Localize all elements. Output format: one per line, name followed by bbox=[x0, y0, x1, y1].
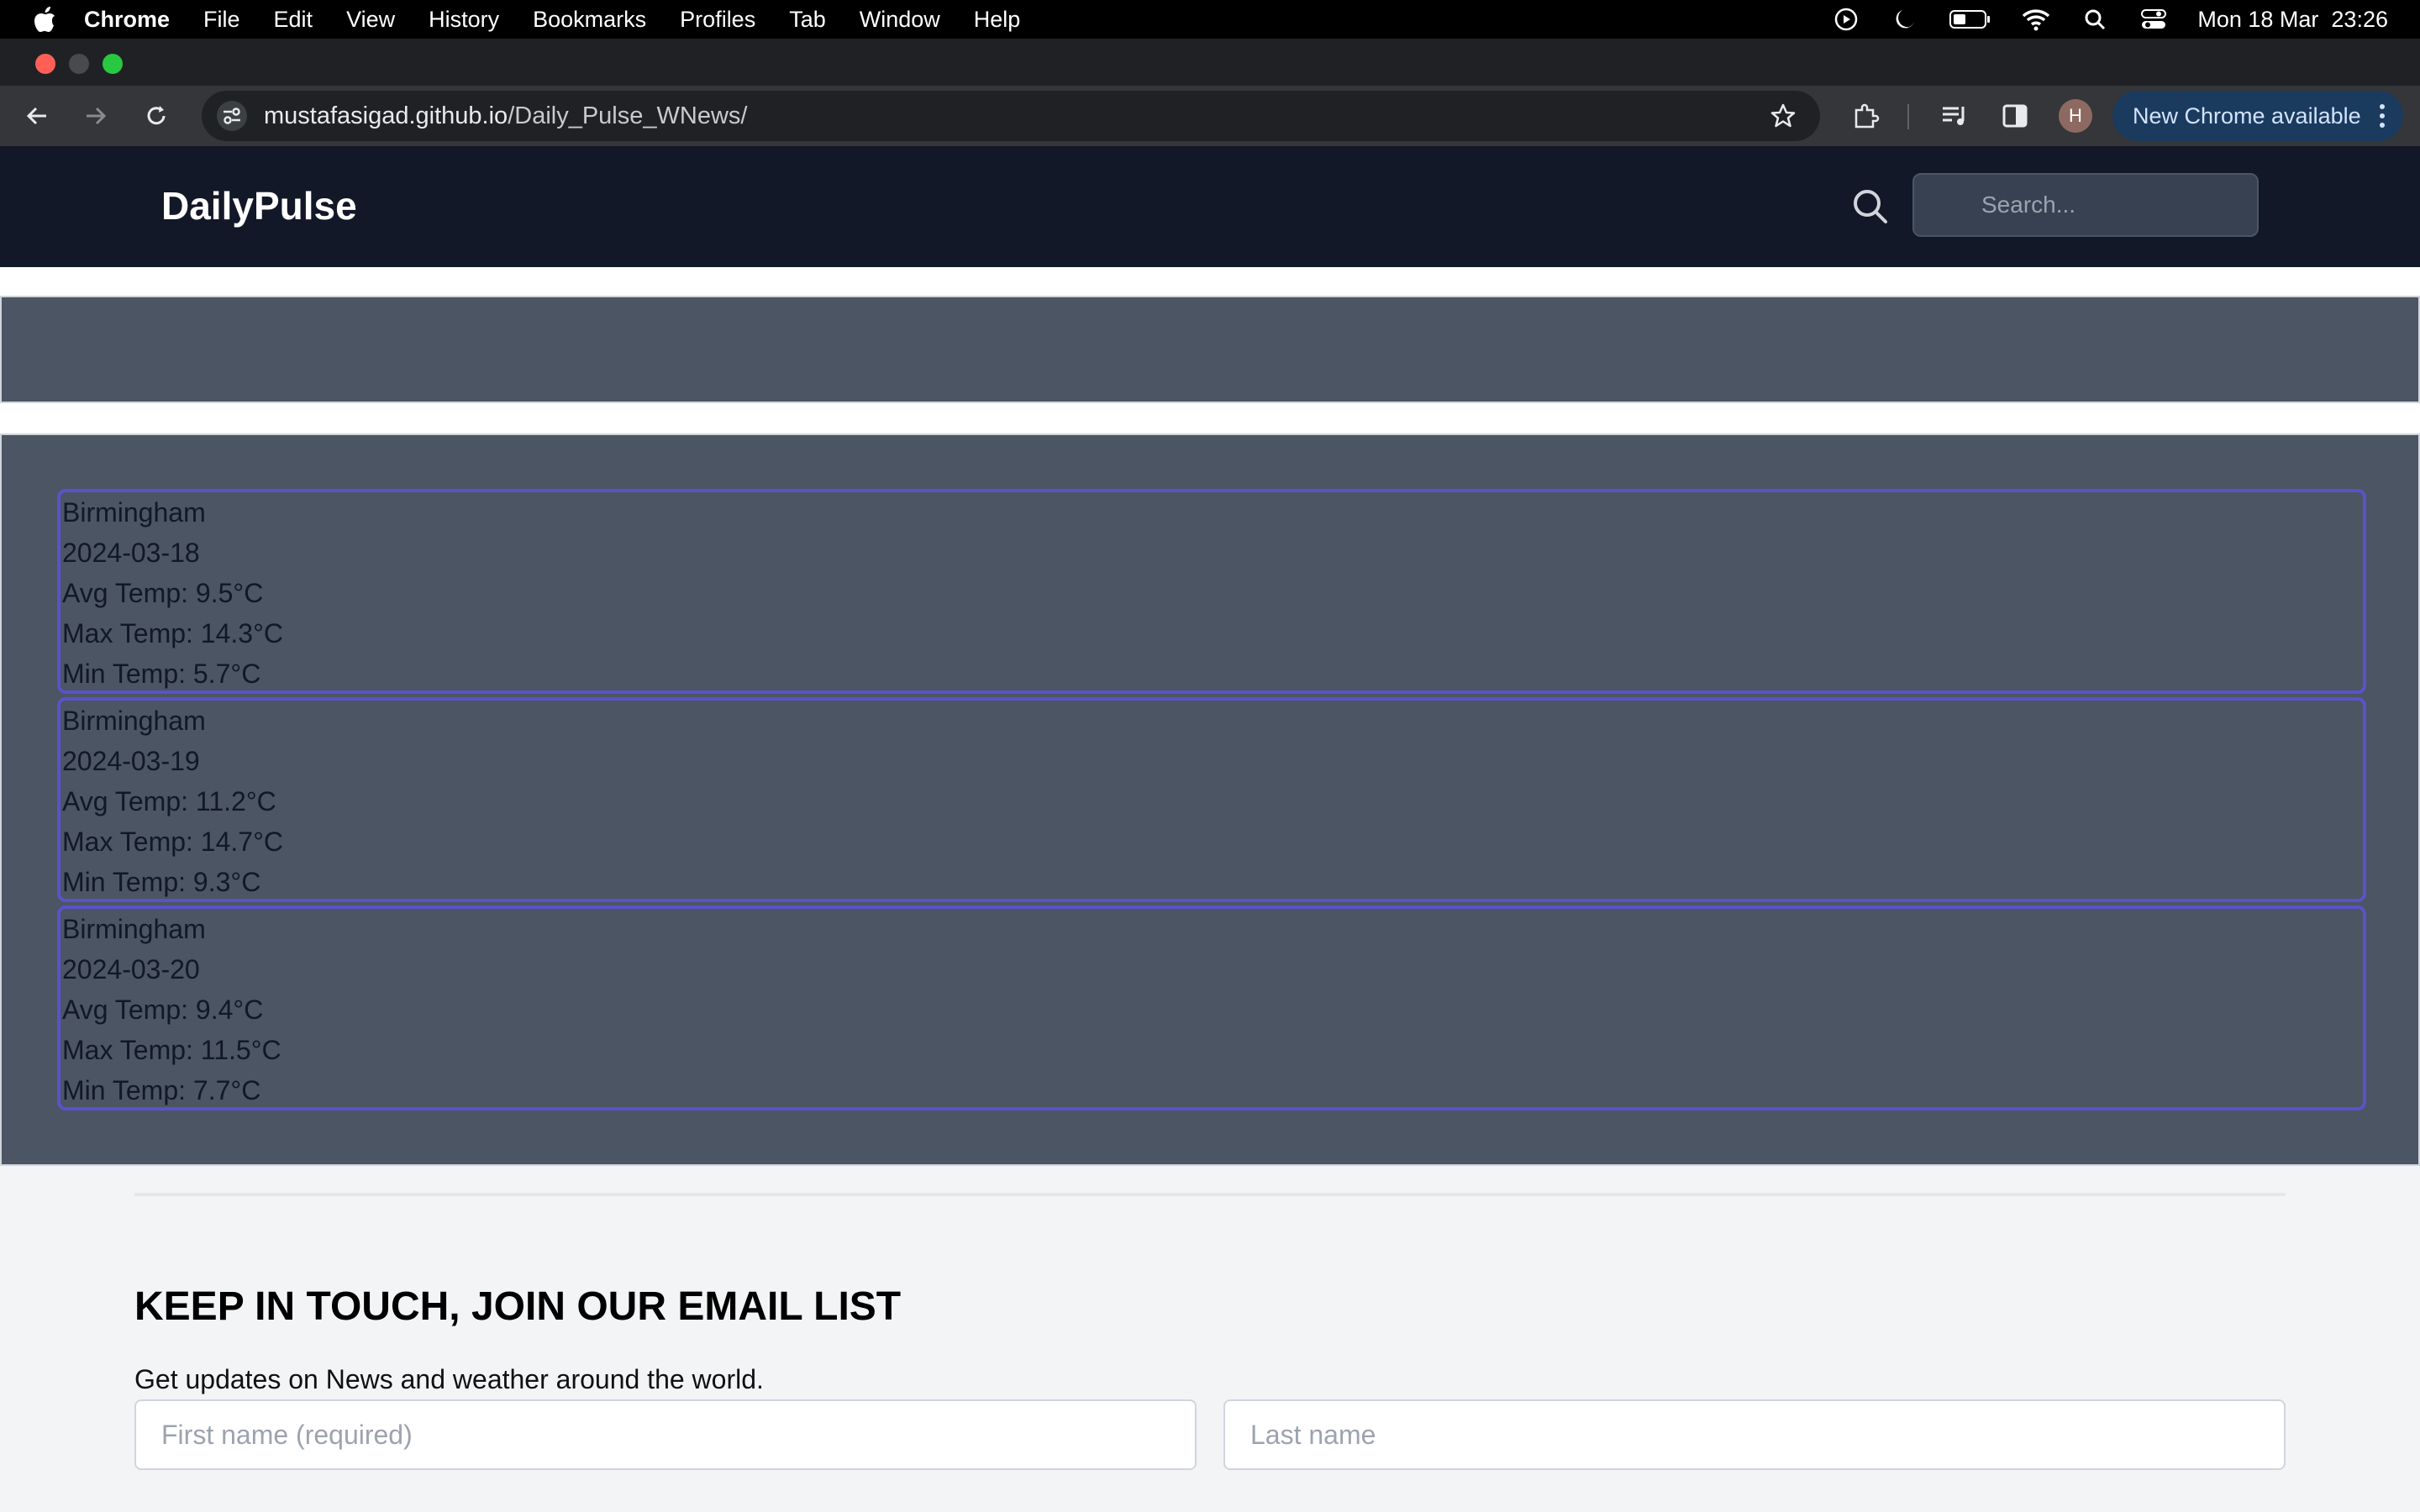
spotlight-search-icon[interactable] bbox=[2080, 4, 2110, 34]
site-info-icon[interactable] bbox=[217, 101, 247, 131]
forecast-city: Birmingham bbox=[62, 497, 206, 528]
site-header: DailyPulse bbox=[0, 146, 2420, 267]
url-text[interactable]: mustafasigad.github.io/Daily_Pulse_WNews… bbox=[264, 102, 747, 130]
forecast-date: 2024-03-19 bbox=[62, 746, 200, 776]
back-arrow-icon[interactable] bbox=[20, 99, 54, 133]
section-divider bbox=[134, 1193, 2286, 1196]
newsletter-subtitle: Get updates on News and weather around t… bbox=[134, 1364, 764, 1394]
bookmark-star-icon[interactable] bbox=[1770, 102, 1797, 134]
search-input[interactable] bbox=[1912, 173, 2259, 237]
zoom-window-button[interactable] bbox=[103, 54, 123, 74]
forecast-card: Birmingham 2024-03-18 Avg Temp: 9.5°C Ma… bbox=[57, 489, 2366, 694]
forecast-min-temp: Min Temp: 9.3°C bbox=[62, 867, 261, 897]
wifi-icon[interactable] bbox=[2021, 4, 2051, 34]
minimize-window-button[interactable] bbox=[69, 54, 89, 74]
forecast-min-temp: Min Temp: 5.7°C bbox=[62, 659, 261, 689]
last-name-field[interactable] bbox=[1223, 1399, 2286, 1470]
menu-app-name[interactable]: Chrome bbox=[84, 7, 170, 33]
first-name-field[interactable] bbox=[134, 1399, 1197, 1470]
forecast-card: Birmingham 2024-03-19 Avg Temp: 11.2°C M… bbox=[57, 697, 2366, 902]
status-area: Mon 18 Mar 23:26 bbox=[1831, 0, 2388, 39]
forecast-date: 2024-03-18 bbox=[62, 538, 200, 568]
forecast-min-temp: Min Temp: 7.7°C bbox=[62, 1075, 261, 1105]
weather-forecast-panel: Birmingham 2024-03-18 Avg Temp: 9.5°C Ma… bbox=[0, 433, 2420, 1166]
close-window-button[interactable] bbox=[35, 54, 55, 74]
apple-logo-icon[interactable] bbox=[32, 5, 57, 34]
forecast-city: Birmingham bbox=[62, 706, 206, 736]
menu-bookmarks[interactable]: Bookmarks bbox=[533, 7, 646, 33]
newsletter-title: KEEP IN TOUCH, JOIN OUR EMAIL LIST bbox=[134, 1284, 902, 1329]
address-bar[interactable]: mustafasigad.github.io/Daily_Pulse_WNews… bbox=[202, 91, 1820, 141]
macos-menu-bar: Chrome File Edit View History Bookmarks … bbox=[0, 0, 2420, 39]
forecast-max-temp: Max Temp: 14.7°C bbox=[62, 827, 283, 857]
menu-window[interactable]: Window bbox=[860, 7, 940, 33]
more-vertical-icon[interactable] bbox=[2378, 102, 2386, 135]
menu-history[interactable]: History bbox=[429, 7, 499, 33]
battery-icon[interactable] bbox=[1949, 4, 1992, 34]
search-icon[interactable] bbox=[1850, 186, 1891, 227]
forecast-avg-temp: Avg Temp: 9.4°C bbox=[62, 995, 264, 1025]
forward-arrow-icon[interactable] bbox=[79, 99, 113, 133]
moon-icon[interactable] bbox=[1890, 4, 1920, 34]
control-center-icon[interactable] bbox=[2139, 4, 2169, 34]
new-chrome-label: New Chrome available bbox=[2133, 102, 2361, 129]
url-path: /Daily_Pulse_WNews/ bbox=[508, 102, 748, 129]
newsletter-section: KEEP IN TOUCH, JOIN OUR EMAIL LIST Get u… bbox=[0, 1166, 2420, 1512]
menu-help[interactable]: Help bbox=[974, 7, 1021, 33]
news-banner bbox=[0, 296, 2420, 403]
reload-icon[interactable] bbox=[139, 99, 173, 133]
menu-view[interactable]: View bbox=[346, 7, 395, 33]
menu-tab[interactable]: Tab bbox=[789, 7, 826, 33]
menubar-clock[interactable]: Mon 18 Mar 23:26 bbox=[2197, 7, 2388, 33]
profile-avatar[interactable]: H bbox=[2059, 99, 2092, 133]
menu-profiles[interactable]: Profiles bbox=[680, 7, 755, 33]
extensions-puzzle-icon[interactable] bbox=[1849, 99, 1882, 133]
media-controls-icon[interactable] bbox=[1938, 99, 1971, 133]
site-logo[interactable]: DailyPulse bbox=[161, 183, 357, 228]
forecast-date: 2024-03-20 bbox=[62, 954, 200, 984]
menu-file[interactable]: File bbox=[203, 7, 240, 33]
menu-edit[interactable]: Edit bbox=[274, 7, 313, 33]
forecast-max-temp: Max Temp: 14.3°C bbox=[62, 618, 283, 648]
url-host: mustafasigad.github.io bbox=[264, 102, 508, 129]
toolbar-divider bbox=[1907, 104, 1909, 129]
play-circle-icon[interactable] bbox=[1831, 4, 1861, 34]
new-chrome-available-button[interactable]: New Chrome available bbox=[2112, 91, 2403, 141]
browser-toolbar: mustafasigad.github.io/Daily_Pulse_WNews… bbox=[0, 86, 2420, 146]
forecast-avg-temp: Avg Temp: 11.2°C bbox=[62, 786, 276, 816]
forecast-max-temp: Max Temp: 11.5°C bbox=[62, 1035, 281, 1065]
side-panel-icon[interactable] bbox=[1998, 99, 2032, 133]
forecast-card: Birmingham 2024-03-20 Avg Temp: 9.4°C Ma… bbox=[57, 906, 2366, 1110]
forecast-city: Birmingham bbox=[62, 914, 206, 944]
forecast-avg-temp: Avg Temp: 9.5°C bbox=[62, 578, 264, 608]
window-titlebar bbox=[0, 39, 2420, 86]
